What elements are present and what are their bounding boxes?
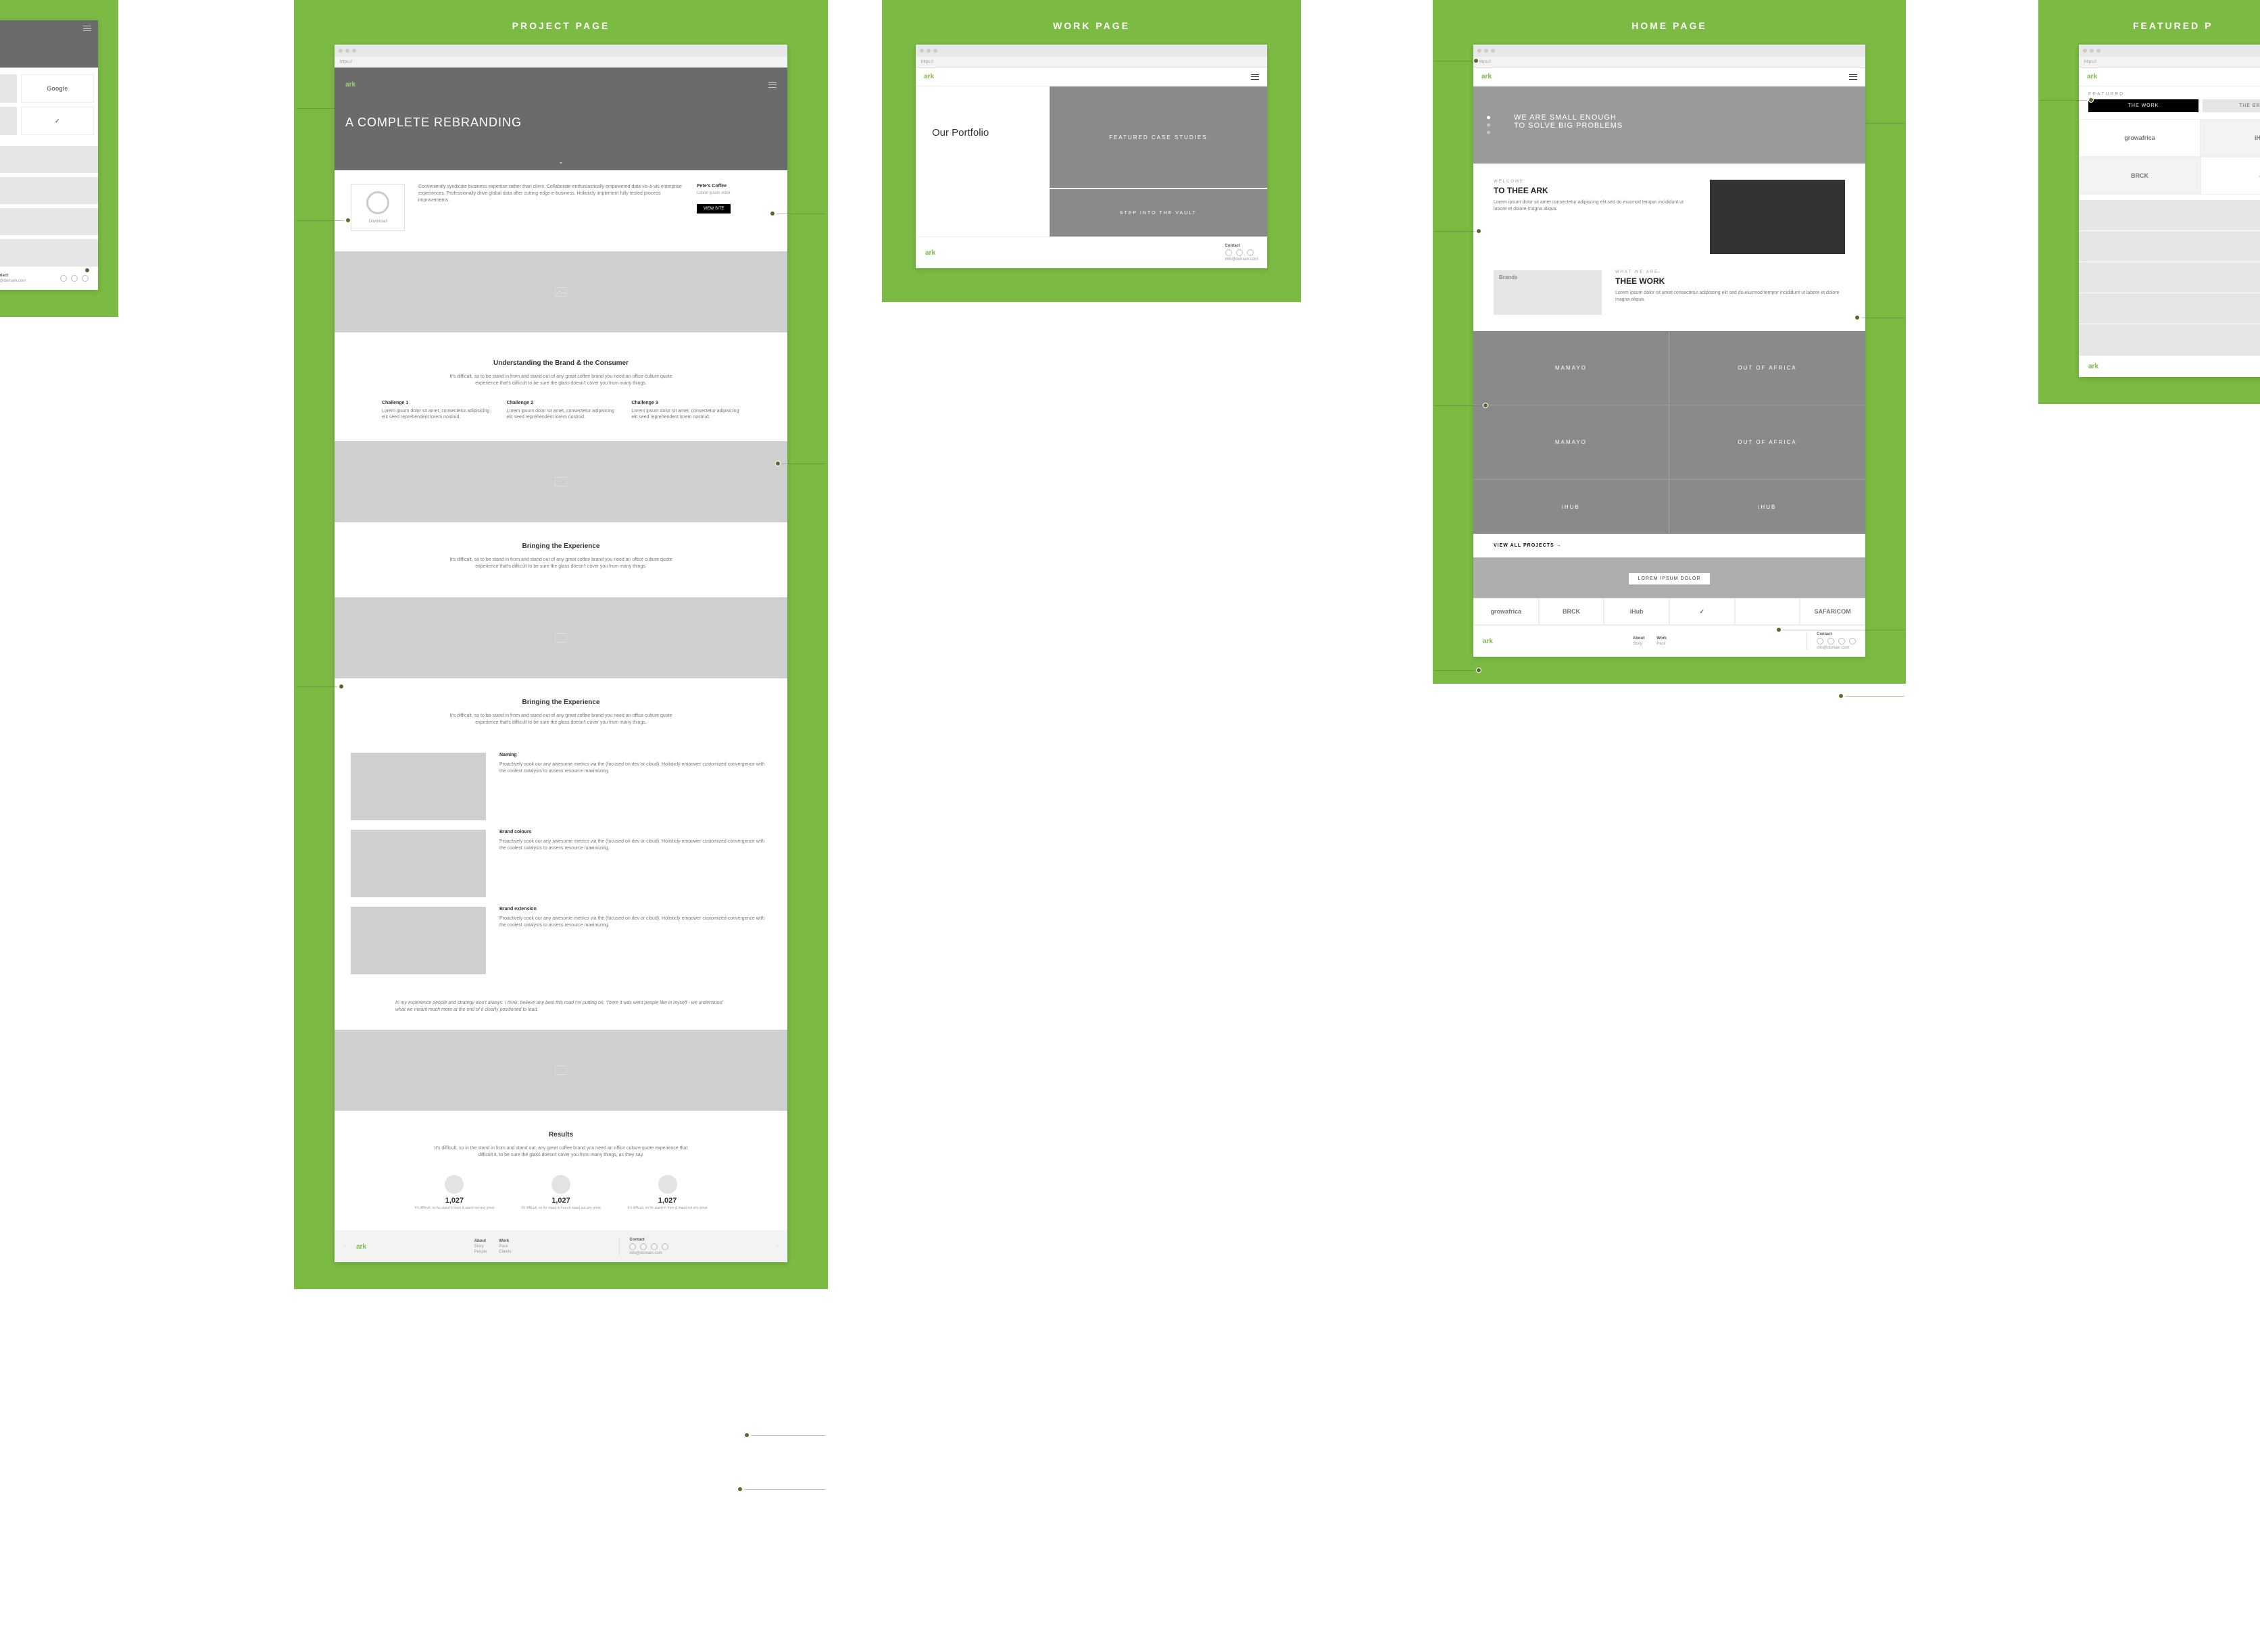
project-tile[interactable]: OUT OF AFRICA: [1669, 331, 1865, 405]
logo-icon[interactable]: ark: [924, 73, 934, 80]
project-tile[interactable]: iHUB: [1473, 480, 1669, 534]
client-logo: SAFARICOM: [1800, 598, 1865, 625]
browser-project: https:// ark A COMPLETE REBRANDING ⌄ Dow…: [335, 45, 787, 1262]
logo-icon[interactable]: ark: [1481, 73, 1492, 80]
project-tile[interactable]: MAMAYO: [1473, 331, 1669, 405]
artboard-left-partial: MAASAI Google USAID ✓ ark Contactinfo@do…: [0, 0, 118, 317]
client-logo: Google: [21, 74, 95, 103]
client-mark-icon: [366, 191, 389, 214]
artboard-work: WORK PAGE https:// ark Our Portfolio FEA…: [882, 0, 1301, 302]
menu-icon[interactable]: [83, 26, 91, 31]
client-logo: iHub: [1604, 598, 1669, 625]
client-logo[interactable]: growafrica: [2079, 119, 2201, 157]
stat-item: 1,027It's difficult, so for stand in fro…: [415, 1175, 495, 1211]
client-logo: ✓: [21, 107, 95, 135]
project-tile[interactable]: iHUB: [1669, 480, 1865, 534]
view-all-link[interactable]: VIEW ALL PROJECTS →: [1473, 534, 1865, 557]
tab-the-work[interactable]: THE WORK: [2088, 99, 2198, 112]
artboard-title: PROJECT PAGE: [335, 20, 787, 31]
hero-line-1: WE ARE SMALL ENOUGH: [1514, 114, 1825, 122]
list-item[interactable]: [2079, 231, 2260, 262]
portfolio-heading: Our Portfolio: [932, 127, 1033, 139]
client-logo: BRCK: [1539, 598, 1604, 625]
annotation-desc: Project cards surfaced below the client …: [125, 266, 220, 282]
download-link[interactable]: Download: [358, 220, 397, 224]
chevron-down-icon[interactable]: ⌄: [559, 159, 564, 165]
logo-icon[interactable]: ark: [345, 81, 355, 89]
artboard-home: HOME PAGE NAVIGATIONSimple hamburger to …: [1433, 0, 1906, 684]
stat-item: 1,027It's difficult, so for stand in fro…: [628, 1175, 708, 1211]
client-logo: MAASAI: [0, 74, 17, 103]
hero-image: [1710, 180, 1845, 254]
cta-button[interactable]: LOREM IPSUM DOLOR: [1629, 573, 1711, 584]
menu-icon[interactable]: [1251, 74, 1259, 80]
list-item[interactable]: [2079, 293, 2260, 324]
social-icons[interactable]: [629, 1243, 668, 1250]
list-item[interactable]: [2079, 324, 2260, 355]
logo-icon[interactable]: ark: [356, 1243, 366, 1251]
list-item[interactable]: Zuk: [2079, 262, 2260, 293]
client-logo[interactable]: iHub: [2201, 119, 2260, 157]
logo-icon[interactable]: ark: [2087, 73, 2097, 80]
next-arrow-icon[interactable]: ›: [777, 1245, 778, 1249]
hero-title: A COMPLETE REBRANDING: [345, 116, 777, 130]
project-tile[interactable]: OUT OF AFRICA: [1669, 405, 1865, 480]
footer: ark Contactinfo@domain.com: [0, 266, 98, 290]
intro-body: Conveniently syndicate business expertis…: [418, 184, 683, 231]
client-logo: ✓: [1669, 598, 1735, 625]
artboard-project: PROJECT PAGE PROJECT TITLEThis is the bi…: [294, 0, 828, 1289]
client-logo: [1735, 598, 1800, 625]
view-site-button[interactable]: VIEW SITE: [697, 204, 731, 214]
client-logo[interactable]: BRCK: [2079, 157, 2201, 195]
quote-block: In my experience people and strategy won…: [335, 984, 787, 1030]
featured-tile[interactable]: FEATURED CASE STUDIES: [1050, 86, 1267, 188]
client-title: Pete's Coffee: [697, 184, 771, 189]
welcome-heading: TO THEE ARK: [1494, 186, 1696, 195]
stat-item: 1,027It's difficult, so for stand in fro…: [521, 1175, 601, 1211]
list-item[interactable]: [2079, 200, 2260, 231]
menu-icon[interactable]: [1849, 74, 1857, 80]
project-tile[interactable]: MAMAYO: [1473, 405, 1669, 480]
vault-tile[interactable]: STEP INTO THE VAULT: [1050, 189, 1267, 236]
menu-icon[interactable]: [768, 82, 777, 88]
client-logo: USAID: [0, 107, 17, 135]
prev-arrow-icon[interactable]: ‹: [344, 1245, 345, 1249]
hero-line-2: TO SOLVE BIG PROBLEMS: [1514, 122, 1825, 130]
tab-the-brands[interactable]: THE BRANDS: [2203, 99, 2260, 112]
artboard-featured: FEATURED P INTROTab selector between fea…: [2038, 0, 2260, 404]
client-logo: growafrica: [1473, 598, 1539, 625]
section-heading: Understanding the Brand & the Consumer: [382, 359, 740, 367]
annotation-title: RELATED PROJECTS: [125, 257, 220, 265]
client-logo[interactable]: ✓: [2201, 157, 2260, 195]
